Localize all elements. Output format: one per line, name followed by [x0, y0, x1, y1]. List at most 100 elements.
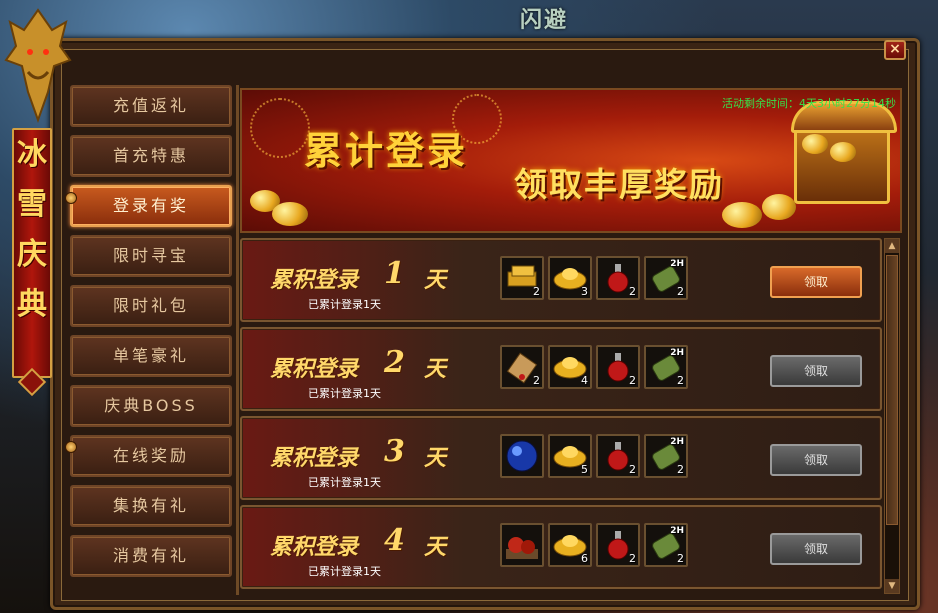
reward-slot[interactable]	[500, 523, 544, 567]
item-count: 4	[581, 374, 588, 387]
notice-dot-icon	[65, 441, 77, 453]
row-title: 累积登录	[270, 267, 359, 293]
scroll-up-icon[interactable]: ▲	[885, 239, 899, 253]
reward-slot[interactable]: 2	[500, 256, 544, 300]
row-day-unit: 天	[424, 267, 447, 293]
event-countdown: 活动剩余时间：4天3小时27分14秒	[722, 97, 896, 110]
item-count: 2	[629, 374, 636, 387]
reward-slot[interactable]: 2	[596, 345, 640, 389]
reward-slot[interactable]: 2	[596, 523, 640, 567]
gold-coin-icon	[722, 202, 762, 228]
menu-item-first-recharge[interactable]: 首充特惠	[70, 135, 232, 177]
scroll-down-icon[interactable]: ▼	[885, 579, 899, 593]
reward-slot[interactable]: 2	[596, 256, 640, 300]
gold-coin-icon	[762, 194, 796, 220]
menu-item-celebration-boss[interactable]: 庆典BOSS	[70, 385, 232, 427]
reward-row: 累积登录 4 天 已累计登录1天 6 2 2H 2 领取	[240, 505, 882, 589]
reward-slot[interactable]: 2	[596, 434, 640, 478]
item-duration-tag: 2H	[670, 526, 684, 536]
menu-item-single-recharge[interactable]: 单笔豪礼	[70, 335, 232, 377]
claim-button[interactable]: 领取	[770, 444, 862, 476]
item-count: 2	[677, 285, 684, 298]
blue-orb-icon	[506, 440, 538, 472]
item-count: 2	[533, 285, 540, 298]
row-day-number: 2	[384, 345, 405, 380]
dodge-floating-text: 闪避	[520, 7, 569, 33]
row-day-unit: 天	[424, 356, 447, 382]
claim-button[interactable]: 领取	[770, 355, 862, 387]
reward-items: 2 3 2 2H 2	[500, 256, 688, 300]
row-progress-text: 已累计登录1天	[308, 476, 381, 489]
banner-char: 庆	[17, 237, 47, 272]
reward-items: 6 2 2H 2	[500, 523, 688, 567]
dragon-emblem-icon	[4, 8, 72, 123]
row-title: 累积登录	[270, 534, 359, 560]
reward-list: 累积登录 1 天 已累计登录1天 2 3 2 2H 2 领取 累积登录 2 天 …	[240, 236, 882, 592]
item-count: 3	[581, 285, 588, 298]
menu-item-exchange-gift[interactable]: 集换有礼	[70, 485, 232, 527]
row-progress-text: 已累计登录1天	[308, 387, 381, 400]
menu-item-login-reward[interactable]: 登录有奖	[70, 185, 232, 227]
menu-item-online-reward[interactable]: 在线奖励	[70, 435, 232, 477]
gold-coin-icon	[830, 142, 856, 162]
reward-slot[interactable]: 2H 2	[644, 434, 688, 478]
reward-slot[interactable]: 3	[548, 256, 592, 300]
event-menu: 充值返礼 首充特惠 登录有奖 限时寻宝 限时礼包 单笔豪礼 庆典BOSS 在线奖…	[70, 85, 232, 585]
item-duration-tag: 2H	[670, 348, 684, 358]
item-count: 2	[533, 374, 540, 387]
menu-item-spending-gift[interactable]: 消费有礼	[70, 535, 232, 577]
item-duration-tag: 2H	[670, 437, 684, 447]
item-count: 6	[581, 552, 588, 565]
red-pellets-icon	[506, 537, 538, 559]
claim-button[interactable]: 领取	[770, 266, 862, 298]
reward-slot[interactable]: 2H 2	[644, 256, 688, 300]
event-header-banner: 累计登录 领取丰厚奖励 活动剩余时间：4天3小时27分14秒	[240, 88, 902, 233]
reward-row: 累积登录 1 天 已累计登录1天 2 3 2 2H 2 领取	[240, 238, 882, 322]
item-count: 2	[677, 552, 684, 565]
banner-char: 典	[17, 287, 47, 322]
reward-slot[interactable]: 2H 2	[644, 345, 688, 389]
row-day-unit: 天	[424, 534, 447, 560]
row-day-unit: 天	[424, 445, 447, 471]
item-count: 2	[629, 463, 636, 476]
reward-slot[interactable]	[500, 434, 544, 478]
gold-coin-icon	[272, 202, 308, 226]
menu-item-limited-treasure[interactable]: 限时寻宝	[70, 235, 232, 277]
banner-char: 冰	[17, 137, 47, 172]
item-count: 2	[677, 374, 684, 387]
row-day-number: 4	[384, 523, 405, 558]
banner-subtitle: 领取丰厚奖励	[514, 165, 724, 204]
close-button[interactable]: ×	[884, 40, 906, 60]
reward-slot[interactable]: 2H 2	[644, 523, 688, 567]
firework-decoration-icon	[250, 98, 310, 158]
item-count: 2	[629, 552, 636, 565]
item-count: 2	[629, 285, 636, 298]
reward-slot[interactable]: 6	[548, 523, 592, 567]
menu-item-recharge-rebate[interactable]: 充值返礼	[70, 85, 232, 127]
reward-items: 5 2 2H 2	[500, 434, 688, 478]
row-progress-text: 已累计登录1天	[308, 298, 381, 311]
banner-title: 累计登录	[304, 128, 469, 173]
notice-dot-icon	[65, 192, 77, 204]
banner-char: 雪	[17, 187, 47, 222]
row-title: 累积登录	[270, 356, 359, 382]
row-title: 累积登录	[270, 445, 359, 471]
menu-item-limited-pack[interactable]: 限时礼包	[70, 285, 232, 327]
reward-slot[interactable]: 2	[500, 345, 544, 389]
reward-items: 2 4 2 2H 2	[500, 345, 688, 389]
scrollbar-thumb[interactable]	[886, 255, 898, 525]
reward-row: 累积登录 2 天 已累计登录1天 2 4 2 2H 2 领取	[240, 327, 882, 411]
reward-slot[interactable]: 5	[548, 434, 592, 478]
row-day-number: 1	[384, 256, 405, 291]
reward-row: 累积登录 3 天 已累计登录1天 5 2 2H 2 领取	[240, 416, 882, 500]
row-day-number: 3	[384, 434, 405, 469]
ice-snow-celebration-banner: 冰 雪 庆 典	[12, 128, 52, 378]
reward-slot[interactable]: 4	[548, 345, 592, 389]
item-duration-tag: 2H	[670, 259, 684, 269]
item-count: 5	[581, 463, 588, 476]
panel-divider	[236, 85, 239, 595]
gold-coin-icon	[802, 134, 828, 154]
claim-button[interactable]: 领取	[770, 533, 862, 565]
list-scrollbar[interactable]: ▲ ▼	[884, 238, 900, 594]
item-count: 2	[677, 463, 684, 476]
